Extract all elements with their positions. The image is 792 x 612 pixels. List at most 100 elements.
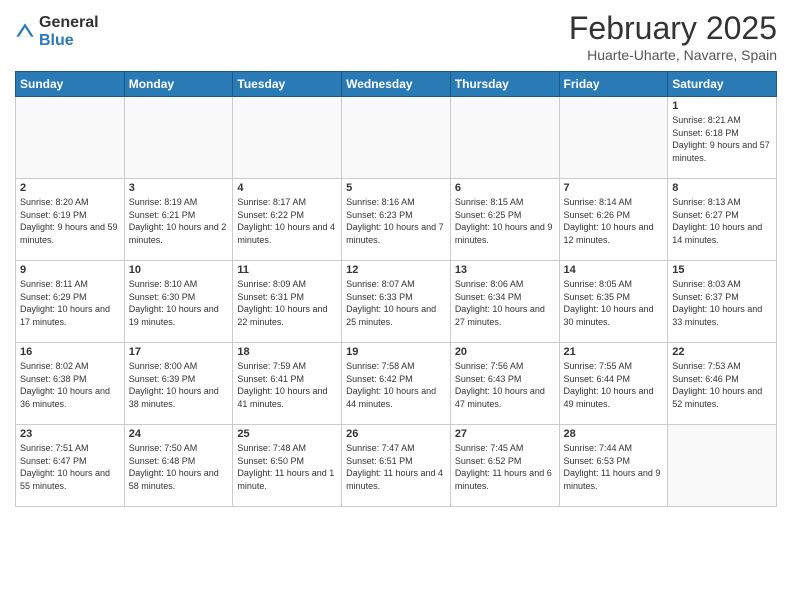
calendar-week-3: 9 Sunrise: 8:11 AM Sunset: 6:29 PM Daylig…	[16, 261, 777, 343]
day-number: 19	[346, 346, 446, 358]
day-info: Sunrise: 7:44 AM Sunset: 6:53 PM Dayligh…	[564, 442, 664, 492]
table-row: 1 Sunrise: 8:21 AM Sunset: 6:18 PM Daylig…	[668, 97, 777, 179]
calendar-week-2: 2Sunrise: 8:20 AM Sunset: 6:19 PM Daylig…	[16, 179, 777, 261]
table-row: 6Sunrise: 8:15 AM Sunset: 6:25 PM Daylig…	[450, 179, 559, 261]
day-info: Sunrise: 8:06 AM Sunset: 6:34 PM Dayligh…	[455, 278, 555, 328]
table-row: 27 Sunrise: 7:45 AM Sunset: 6:52 PM Dayli…	[450, 425, 559, 507]
day-number: 6	[455, 182, 555, 194]
day-number: 17	[129, 346, 229, 358]
day-number: 7	[564, 182, 664, 194]
day-number: 12	[346, 264, 446, 276]
day-number: 21	[564, 346, 664, 358]
table-row	[233, 97, 342, 179]
day-number: 28	[564, 428, 664, 440]
day-number: 14	[564, 264, 664, 276]
table-row: 23 Sunrise: 7:51 AM Sunset: 6:47 PM Dayli…	[16, 425, 125, 507]
day-info: Sunrise: 8:20 AM Sunset: 6:19 PM Dayligh…	[20, 196, 120, 246]
table-row: 14 Sunrise: 8:05 AM Sunset: 6:35 PM Dayli…	[559, 261, 668, 343]
day-info: Sunrise: 8:00 AM Sunset: 6:39 PM Dayligh…	[129, 360, 229, 410]
day-number: 20	[455, 346, 555, 358]
table-row: 17 Sunrise: 8:00 AM Sunset: 6:39 PM Dayli…	[124, 343, 233, 425]
day-number: 5	[346, 182, 446, 194]
calendar-week-5: 23 Sunrise: 7:51 AM Sunset: 6:47 PM Dayli…	[16, 425, 777, 507]
table-row	[16, 97, 125, 179]
table-row: 11Sunrise: 8:09 AM Sunset: 6:31 PM Dayli…	[233, 261, 342, 343]
table-row: 18Sunrise: 7:59 AM Sunset: 6:41 PM Dayli…	[233, 343, 342, 425]
day-number: 10	[129, 264, 229, 276]
day-info: Sunrise: 8:16 AM Sunset: 6:23 PM Dayligh…	[346, 196, 446, 246]
day-info: Sunrise: 7:47 AM Sunset: 6:51 PM Dayligh…	[346, 442, 446, 492]
logo-blue: Blue	[39, 32, 99, 50]
table-row: 13 Sunrise: 8:06 AM Sunset: 6:34 PM Dayli…	[450, 261, 559, 343]
day-number: 15	[672, 264, 772, 276]
table-row	[450, 97, 559, 179]
table-row: 15 Sunrise: 8:03 AM Sunset: 6:37 PM Dayli…	[668, 261, 777, 343]
day-number: 1	[672, 100, 772, 112]
table-row	[124, 97, 233, 179]
table-row: 8 Sunrise: 8:13 AM Sunset: 6:27 PM Daylig…	[668, 179, 777, 261]
day-number: 16	[20, 346, 120, 358]
table-row: 10 Sunrise: 8:10 AM Sunset: 6:30 PM Dayli…	[124, 261, 233, 343]
calendar-table: Sunday Monday Tuesday Wednesday Thursday…	[15, 71, 777, 507]
day-info: Sunrise: 7:51 AM Sunset: 6:47 PM Dayligh…	[20, 442, 120, 492]
day-info: Sunrise: 8:11 AM Sunset: 6:29 PM Dayligh…	[20, 278, 120, 328]
table-row	[559, 97, 668, 179]
day-number: 23	[20, 428, 120, 440]
col-friday: Friday	[559, 72, 668, 97]
table-row: 12Sunrise: 8:07 AM Sunset: 6:33 PM Dayli…	[342, 261, 451, 343]
day-info: Sunrise: 8:21 AM Sunset: 6:18 PM Dayligh…	[672, 114, 772, 164]
table-row: 28 Sunrise: 7:44 AM Sunset: 6:53 PM Dayli…	[559, 425, 668, 507]
day-number: 8	[672, 182, 772, 194]
month-title: February 2025	[569, 10, 777, 47]
col-monday: Monday	[124, 72, 233, 97]
table-row: 20 Sunrise: 7:56 AM Sunset: 6:43 PM Dayli…	[450, 343, 559, 425]
table-row	[342, 97, 451, 179]
col-tuesday: Tuesday	[233, 72, 342, 97]
day-info: Sunrise: 7:45 AM Sunset: 6:52 PM Dayligh…	[455, 442, 555, 492]
day-info: Sunrise: 8:13 AM Sunset: 6:27 PM Dayligh…	[672, 196, 772, 246]
day-info: Sunrise: 8:03 AM Sunset: 6:37 PM Dayligh…	[672, 278, 772, 328]
day-info: Sunrise: 8:02 AM Sunset: 6:38 PM Dayligh…	[20, 360, 120, 410]
calendar-week-4: 16 Sunrise: 8:02 AM Sunset: 6:38 PM Dayli…	[16, 343, 777, 425]
logo-icon	[15, 22, 35, 42]
day-number: 13	[455, 264, 555, 276]
calendar-header-row: Sunday Monday Tuesday Wednesday Thursday…	[16, 72, 777, 97]
day-info: Sunrise: 8:05 AM Sunset: 6:35 PM Dayligh…	[564, 278, 664, 328]
table-row	[668, 425, 777, 507]
day-info: Sunrise: 7:59 AM Sunset: 6:41 PM Dayligh…	[237, 360, 337, 410]
logo: General Blue	[15, 14, 99, 49]
page-header: General Blue February 2025 Huarte-Uharte…	[15, 10, 777, 63]
day-number: 11	[237, 264, 337, 276]
day-number: 25	[237, 428, 337, 440]
day-info: Sunrise: 7:53 AM Sunset: 6:46 PM Dayligh…	[672, 360, 772, 410]
day-info: Sunrise: 8:19 AM Sunset: 6:21 PM Dayligh…	[129, 196, 229, 246]
table-row: 2Sunrise: 8:20 AM Sunset: 6:19 PM Daylig…	[16, 179, 125, 261]
day-number: 9	[20, 264, 120, 276]
day-number: 3	[129, 182, 229, 194]
day-number: 27	[455, 428, 555, 440]
day-number: 22	[672, 346, 772, 358]
table-row: 25Sunrise: 7:48 AM Sunset: 6:50 PM Dayli…	[233, 425, 342, 507]
table-row: 4Sunrise: 8:17 AM Sunset: 6:22 PM Daylig…	[233, 179, 342, 261]
day-number: 24	[129, 428, 229, 440]
col-saturday: Saturday	[668, 72, 777, 97]
day-info: Sunrise: 8:14 AM Sunset: 6:26 PM Dayligh…	[564, 196, 664, 246]
table-row: 5 Sunrise: 8:16 AM Sunset: 6:23 PM Daylig…	[342, 179, 451, 261]
day-info: Sunrise: 7:56 AM Sunset: 6:43 PM Dayligh…	[455, 360, 555, 410]
day-info: Sunrise: 7:55 AM Sunset: 6:44 PM Dayligh…	[564, 360, 664, 410]
table-row: 21 Sunrise: 7:55 AM Sunset: 6:44 PM Dayli…	[559, 343, 668, 425]
location: Huarte-Uharte, Navarre, Spain	[569, 47, 777, 63]
title-block: February 2025 Huarte-Uharte, Navarre, Sp…	[569, 10, 777, 63]
table-row: 22 Sunrise: 7:53 AM Sunset: 6:46 PM Dayli…	[668, 343, 777, 425]
col-thursday: Thursday	[450, 72, 559, 97]
day-info: Sunrise: 7:50 AM Sunset: 6:48 PM Dayligh…	[129, 442, 229, 492]
col-sunday: Sunday	[16, 72, 125, 97]
logo-text: General Blue	[39, 14, 99, 49]
logo-general: General	[39, 14, 99, 32]
day-number: 26	[346, 428, 446, 440]
table-row: 16 Sunrise: 8:02 AM Sunset: 6:38 PM Dayli…	[16, 343, 125, 425]
table-row: 7 Sunrise: 8:14 AM Sunset: 6:26 PM Daylig…	[559, 179, 668, 261]
day-info: Sunrise: 8:17 AM Sunset: 6:22 PM Dayligh…	[237, 196, 337, 246]
day-info: Sunrise: 8:10 AM Sunset: 6:30 PM Dayligh…	[129, 278, 229, 328]
day-info: Sunrise: 7:58 AM Sunset: 6:42 PM Dayligh…	[346, 360, 446, 410]
